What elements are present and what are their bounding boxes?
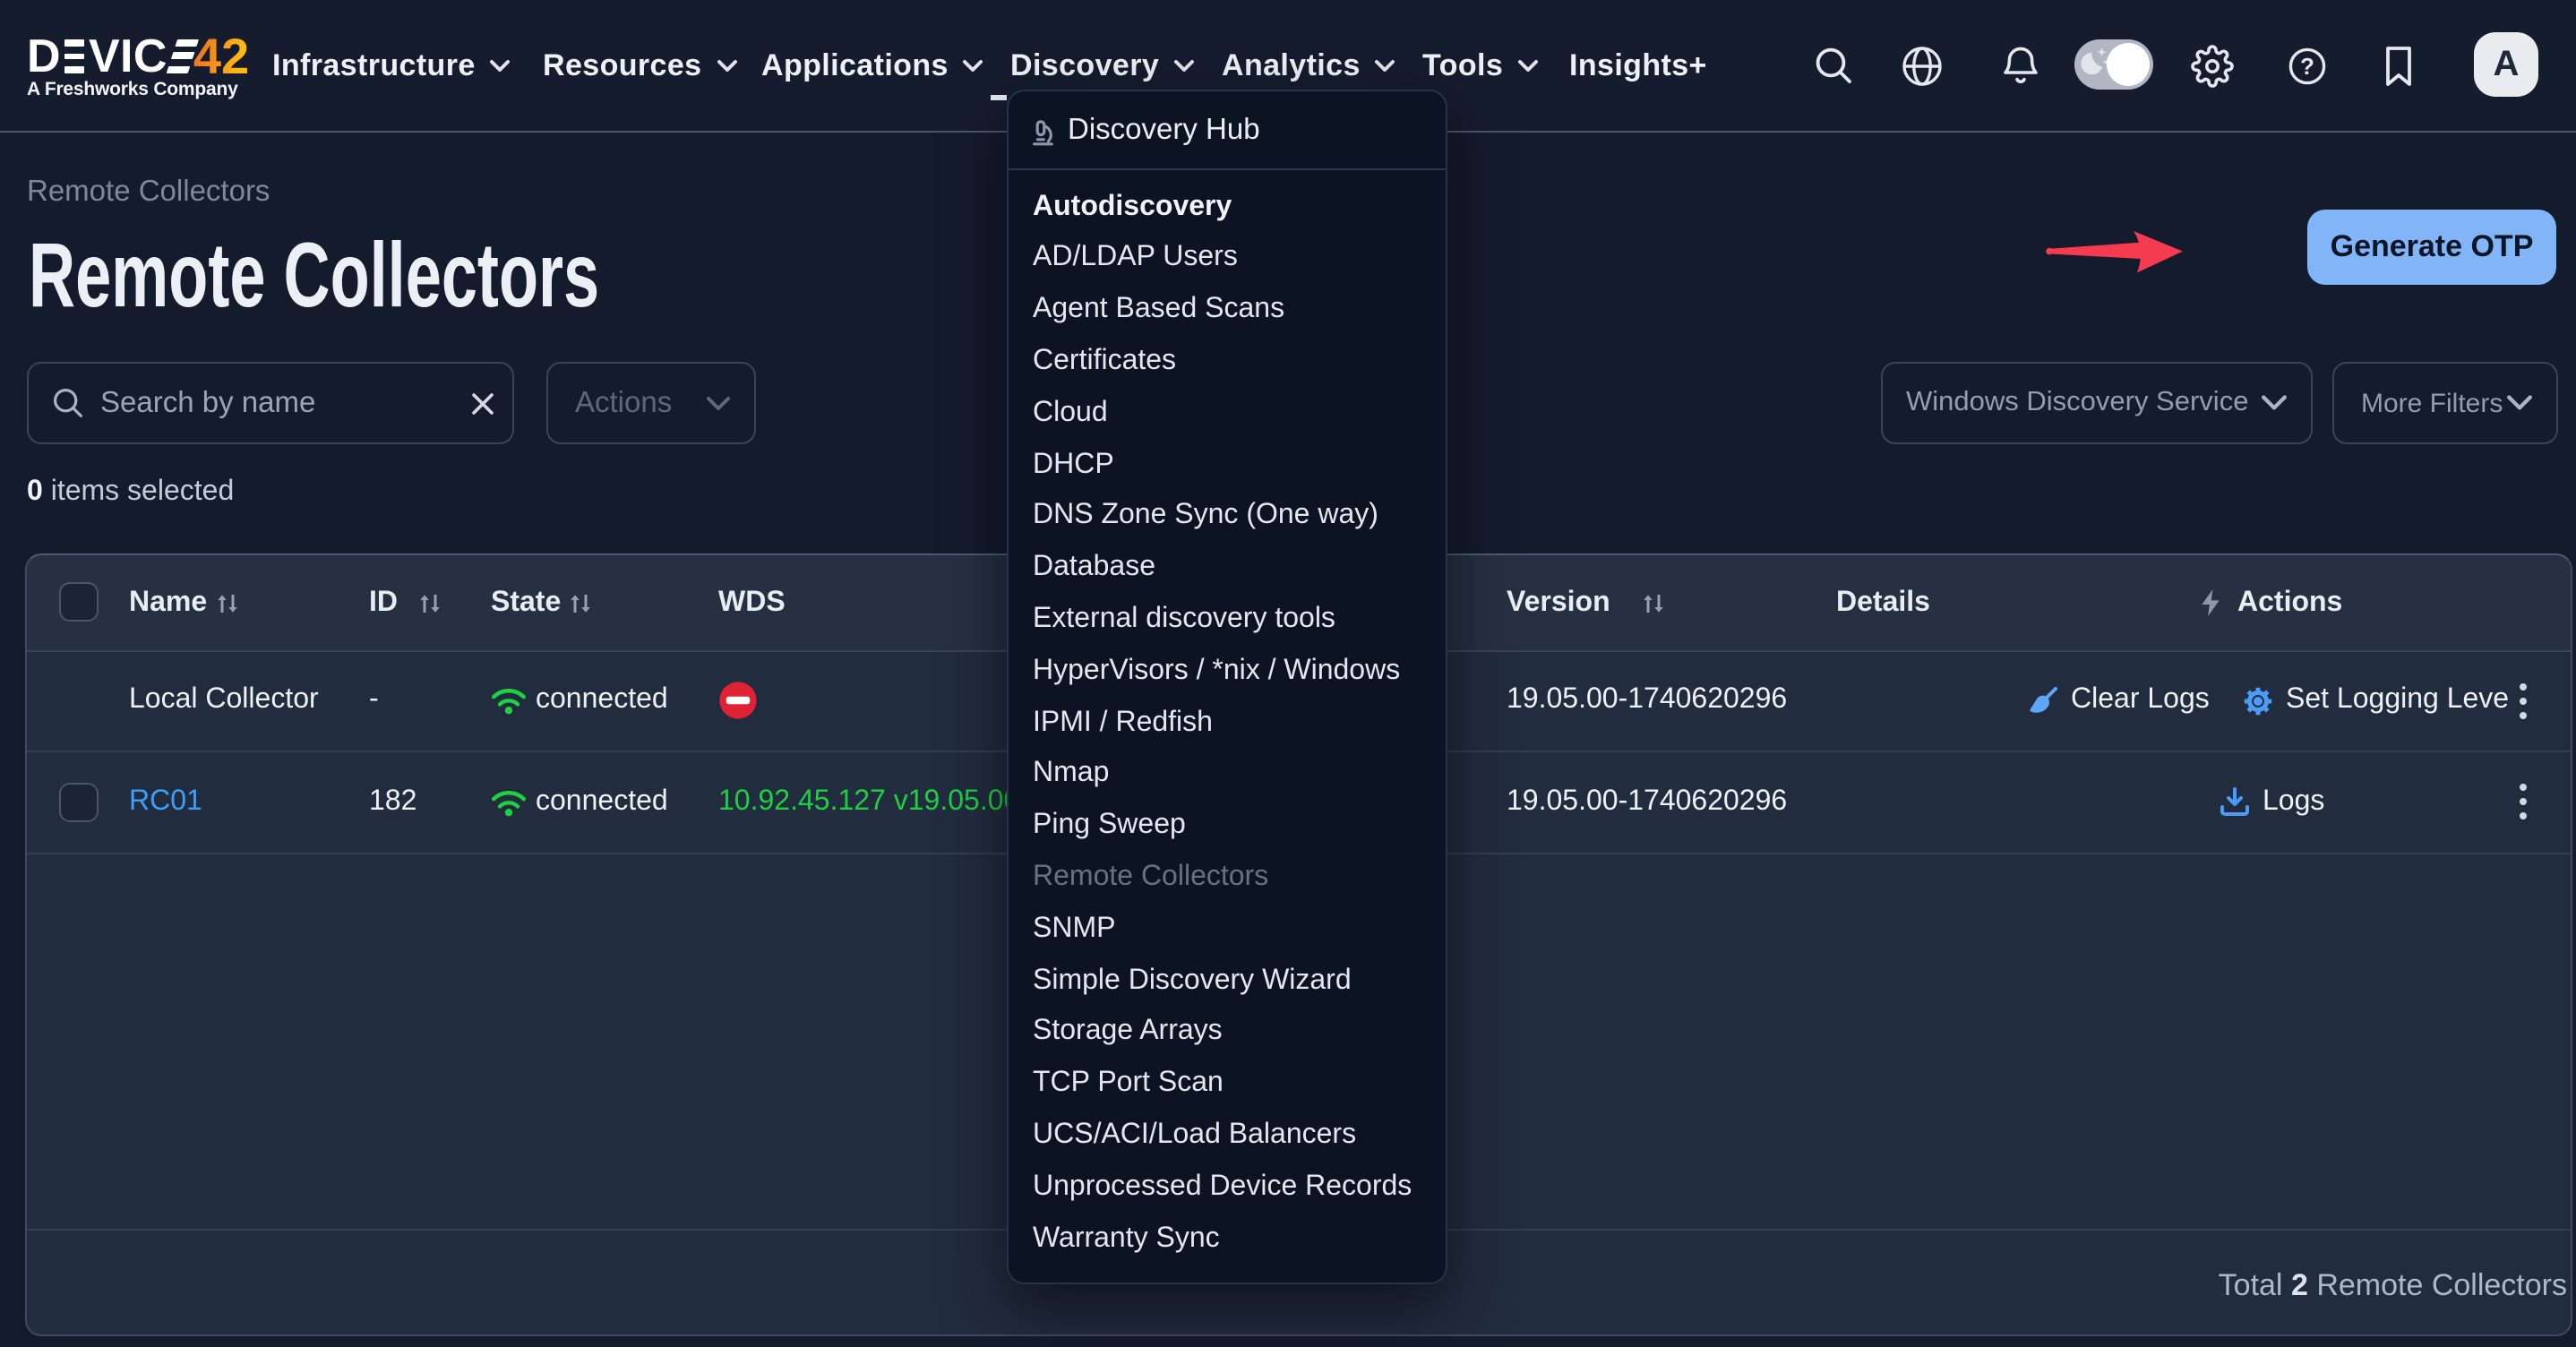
svg-text:?: ? (2300, 52, 2314, 79)
